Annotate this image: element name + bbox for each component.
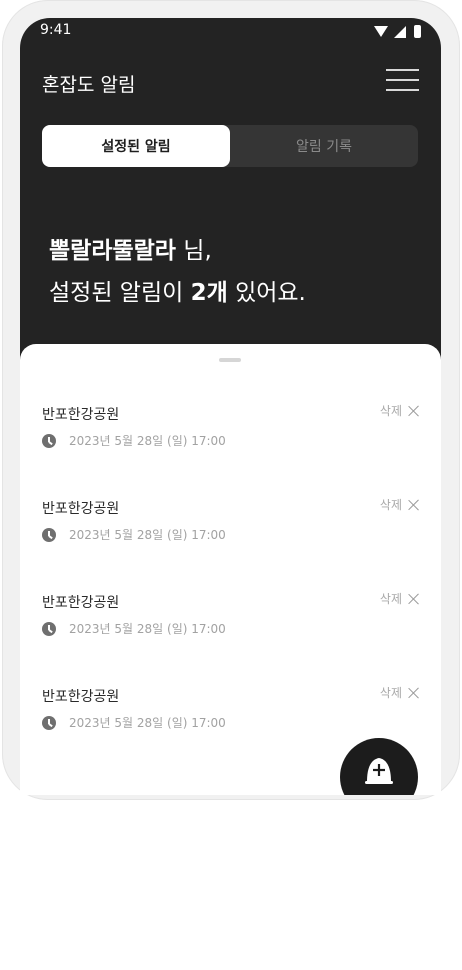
alarm-count: 2개 (190, 280, 228, 306)
user-name: 뽈랄라뚤랄라 (49, 238, 176, 264)
tab-active-alarms[interactable]: 설정된 알림 (42, 125, 230, 167)
battery-icon (414, 25, 421, 38)
greeting-text: 뽈랄라뚤랄라 님, 설정된 알림이 2개 있어요. (49, 230, 306, 314)
delete-label: 삭제 (379, 686, 402, 700)
delete-button[interactable]: 삭제 (380, 496, 420, 513)
delete-button[interactable]: 삭제 (380, 590, 420, 607)
alarm-datetime-text: 2023년 5월 28일 (일) 17:00 (69, 622, 226, 636)
bell-add-icon (365, 758, 393, 784)
clock-icon (42, 433, 56, 448)
sheet-drag-handle[interactable] (219, 358, 241, 362)
alarm-place: 반포한강공원 (42, 595, 120, 611)
alarm-list-sheet: 반포한강공원 2023년 5월 28일 (일) 17:00 삭제 반포한강공원 … (20, 344, 441, 795)
wifi-icon (374, 26, 388, 37)
tab-alarm-history[interactable]: 알림 기록 (230, 125, 418, 167)
alarm-datetime: 2023년 5월 28일 (일) 17:00 (42, 526, 226, 543)
alarm-datetime: 2023년 5월 28일 (일) 17:00 (42, 432, 226, 449)
status-time: 9:41 (40, 22, 72, 38)
delete-label: 삭제 (379, 404, 402, 418)
alarm-datetime: 2023년 5월 28일 (일) 17:00 (42, 620, 226, 637)
clock-icon (42, 715, 56, 730)
list-item: 반포한강공원 2023년 5월 28일 (일) 17:00 삭제 (42, 686, 422, 736)
status-bar: 9:41 (20, 18, 441, 48)
delete-button[interactable]: 삭제 (380, 684, 420, 701)
clock-icon (42, 527, 56, 542)
alarm-datetime-text: 2023년 5월 28일 (일) 17:00 (69, 434, 226, 448)
status-icons (374, 25, 421, 38)
delete-label: 삭제 (379, 592, 402, 606)
alarm-datetime-text: 2023년 5월 28일 (일) 17:00 (69, 528, 226, 542)
phone-frame: 9:41 혼잡도 알림 설정된 알림 알림 기록 뽈랄라뚤랄라 님, 설정된 알… (2, 0, 460, 800)
list-item: 반포한강공원 2023년 5월 28일 (일) 17:00 삭제 (42, 404, 422, 454)
list-item: 반포한강공원 2023년 5월 28일 (일) 17:00 삭제 (42, 498, 422, 548)
alarm-place: 반포한강공원 (42, 501, 120, 517)
close-icon (408, 687, 420, 699)
greeting-line2-prefix: 설정된 알림이 (49, 280, 191, 306)
header-panel: 9:41 혼잡도 알림 설정된 알림 알림 기록 뽈랄라뚤랄라 님, 설정된 알… (20, 18, 441, 378)
hamburger-menu-icon[interactable] (386, 69, 419, 91)
greeting-line2-suffix: 있어요. (227, 280, 306, 306)
page-title: 혼잡도 알림 (42, 74, 136, 96)
greeting-line-2: 설정된 알림이 2개 있어요. (49, 272, 306, 314)
signal-icon (394, 25, 406, 38)
close-icon (408, 405, 420, 417)
alarm-place: 반포한강공원 (42, 407, 120, 423)
delete-label: 삭제 (379, 498, 402, 512)
delete-button[interactable]: 삭제 (380, 402, 420, 419)
close-icon (408, 499, 420, 511)
greeting-line-1: 뽈랄라뚤랄라 님, (49, 230, 306, 272)
tab-bar: 설정된 알림 알림 기록 (42, 125, 418, 167)
list-item: 반포한강공원 2023년 5월 28일 (일) 17:00 삭제 (42, 592, 422, 642)
alarm-datetime-text: 2023년 5월 28일 (일) 17:00 (69, 716, 226, 730)
close-icon (408, 593, 420, 605)
alarm-datetime: 2023년 5월 28일 (일) 17:00 (42, 714, 226, 731)
alarm-place: 반포한강공원 (42, 689, 120, 705)
greeting-suffix: 님, (175, 238, 212, 264)
clock-icon (42, 621, 56, 636)
app-screen: 9:41 혼잡도 알림 설정된 알림 알림 기록 뽈랄라뚤랄라 님, 설정된 알… (20, 18, 441, 795)
